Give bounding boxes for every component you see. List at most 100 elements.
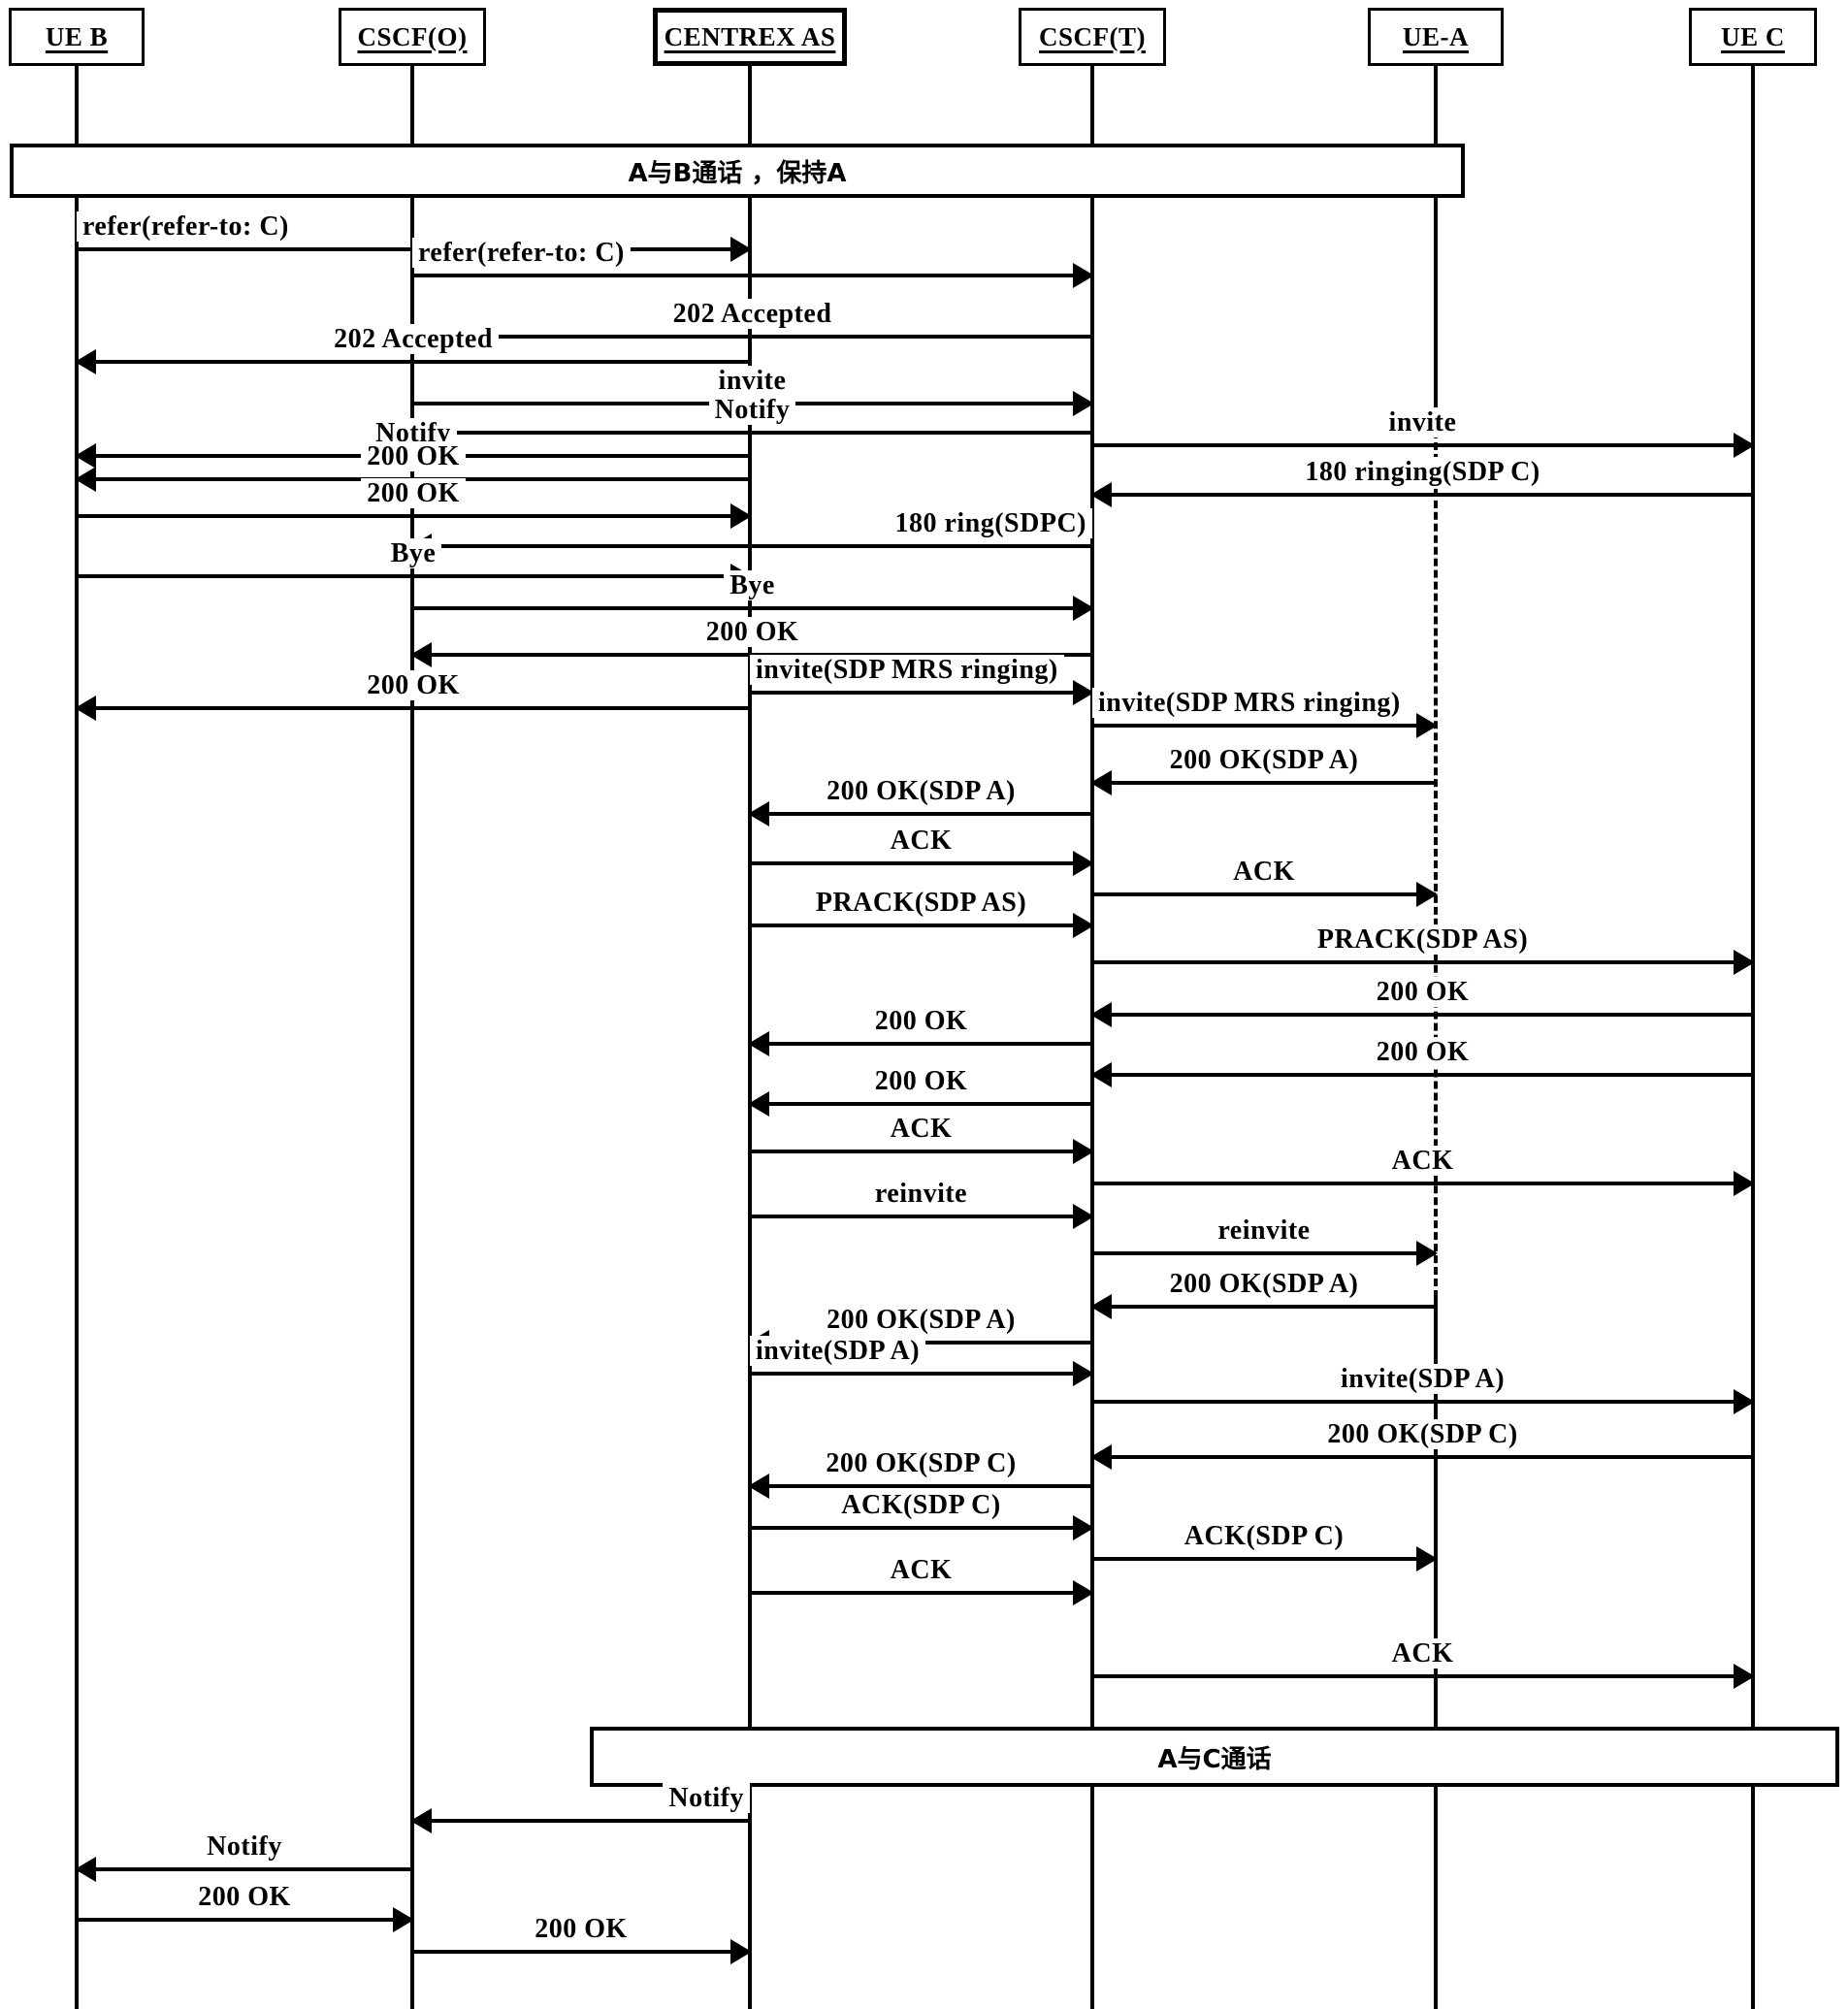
message-label: Bye: [412, 570, 1092, 600]
message-label: 200 OK(SDP A): [1092, 745, 1436, 775]
message-label: refer(refer-to: C): [77, 211, 750, 242]
message-label-text: 200 OK: [868, 1006, 974, 1036]
message-label: 200 OK: [412, 1914, 750, 1944]
message-label-text: invite(SDP A): [1334, 1364, 1511, 1394]
message-label-text: Bye: [724, 570, 781, 600]
lifeline-cscft: [1090, 66, 1094, 2009]
message-line: [412, 606, 1092, 610]
message-label: ACK: [1092, 1146, 1753, 1176]
message-label-text: ACK: [1385, 1638, 1460, 1669]
message-label-text: 200 OK(SDP A): [821, 1305, 1021, 1335]
message-line: [750, 861, 1092, 865]
message-label-text: reinvite: [868, 1179, 974, 1209]
message-label: 200 OK: [750, 1006, 1092, 1036]
message-line: [1092, 1251, 1436, 1255]
message-label: 200 OK: [77, 478, 750, 508]
message-label-text: 200 OK: [361, 478, 466, 508]
message-label: 200 OK(SDP C): [1092, 1419, 1753, 1449]
message-label: 200 OK: [1092, 1037, 1753, 1067]
actor-box-cscfo: CSCF(O): [339, 8, 486, 66]
message-label: invite(SDP MRS ringing): [1092, 688, 1436, 718]
message-line: [1092, 1400, 1753, 1404]
phase-bar-phase-a-b: A与B通话 ，保持A: [10, 144, 1465, 198]
message-line: [412, 1950, 750, 1954]
message-label-text: refer(refer-to: C): [412, 238, 631, 268]
message-line: [412, 274, 1092, 277]
message-label: ACK: [750, 1114, 1092, 1144]
message-label: Bye: [77, 538, 750, 568]
message-line: [750, 1591, 1092, 1595]
lifeline-uec: [1751, 66, 1755, 2009]
message-label: 200 OK(SDP A): [750, 1305, 1092, 1335]
message-label-text: 202 Accepted: [328, 324, 499, 354]
message-label-text: refer(refer-to: C): [77, 211, 295, 242]
message-label: PRACK(SDP AS): [750, 888, 1092, 918]
message-label: reinvite: [750, 1179, 1092, 1209]
message-label-text: 200 OK(SDP A): [1163, 1269, 1365, 1299]
actor-label-uea: UE-A: [1403, 21, 1469, 51]
message-label: ACK: [750, 826, 1092, 856]
message-line: [1092, 960, 1753, 964]
message-line: [1092, 1557, 1436, 1561]
message-line: [750, 1526, 1092, 1530]
message-label-text: 200 OK(SDP A): [1163, 745, 1365, 775]
message-line: [1092, 493, 1753, 497]
message-label-text: ACK(SDP C): [835, 1490, 1007, 1520]
message-label: ACK: [750, 1555, 1092, 1585]
message-label-text: ACK(SDP C): [1178, 1521, 1350, 1551]
phase-bar-phase-a-c: A与C通话: [590, 1727, 1839, 1787]
actor-label-cscft: CSCF(T): [1039, 21, 1146, 51]
message-label-text: 180 ring(SDPC): [889, 508, 1092, 538]
message-label-text: ACK: [1385, 1146, 1460, 1176]
message-label-text: invite(SDP A): [750, 1336, 926, 1366]
message-label: 200 OK(SDP A): [1092, 1269, 1436, 1299]
message-label-text: invite: [712, 366, 793, 396]
actor-label-uec: UE C: [1721, 21, 1785, 51]
message-label-text: 200 OK: [868, 1066, 974, 1096]
message-label-text: invite(SDP MRS ringing): [750, 655, 1064, 685]
message-line: [750, 1102, 1092, 1106]
actor-label-cscfo: CSCF(O): [357, 21, 468, 51]
message-line: [750, 1215, 1092, 1218]
message-label-text: 200 OK(SDP C): [820, 1448, 1022, 1478]
message-label-text: Notify: [663, 1783, 750, 1813]
message-line: [1092, 1455, 1753, 1459]
message-label: 202 Accepted: [412, 299, 1092, 329]
message-label-text: 180 ringing(SDP C): [1299, 457, 1546, 487]
message-label: ACK(SDP C): [1092, 1521, 1436, 1551]
actor-label-ueb: UE B: [45, 21, 109, 51]
message-label-text: PRACK(SDP AS): [1311, 924, 1535, 955]
message-line: [1092, 1674, 1753, 1678]
message-label: invite(SDP MRS ringing): [750, 655, 1092, 685]
message-label-text: 200 OK: [192, 1882, 297, 1912]
actor-box-uec: UE C: [1689, 8, 1817, 66]
message-label-text: 200 OK: [1370, 977, 1475, 1007]
actor-box-cscft: CSCF(T): [1019, 8, 1166, 66]
message-label-text: 200 OK: [699, 617, 805, 647]
actor-box-as: CENTREX AS: [653, 8, 847, 66]
message-label-text: 200 OK: [361, 441, 466, 471]
message-label: 200 OK: [750, 1066, 1092, 1096]
message-label-text: 200 OK: [529, 1914, 633, 1944]
message-label: 200 OK: [77, 441, 750, 471]
message-line: [1092, 724, 1436, 728]
message-label: refer(refer-to: C): [412, 238, 1092, 268]
message-line: [750, 1484, 1092, 1488]
message-line: [77, 360, 750, 364]
message-label-text: invite(SDP MRS ringing): [1092, 688, 1407, 718]
message-label-text: 200 OK(SDP C): [1321, 1419, 1524, 1449]
message-label: ACK: [1092, 857, 1436, 887]
sequence-diagram: UE B CSCF(O) CENTREX AS CSCF(T) UE-A UE C A与B通…: [0, 0, 1848, 2009]
message-label-text: invite: [1382, 407, 1463, 437]
message-line: [1092, 781, 1436, 785]
message-line: [750, 1150, 1092, 1153]
message-line: [1092, 443, 1753, 447]
message-label: reinvite: [1092, 1215, 1436, 1246]
message-line: [1092, 1182, 1753, 1185]
phase-bar-label-phase-a-c: A与C通话: [1157, 1744, 1272, 1774]
message-line: [750, 691, 1092, 695]
message-line: [750, 812, 1092, 816]
message-label-text: ACK: [884, 826, 958, 856]
actor-box-ueb: UE B: [9, 8, 145, 66]
message-line: [77, 1918, 412, 1922]
